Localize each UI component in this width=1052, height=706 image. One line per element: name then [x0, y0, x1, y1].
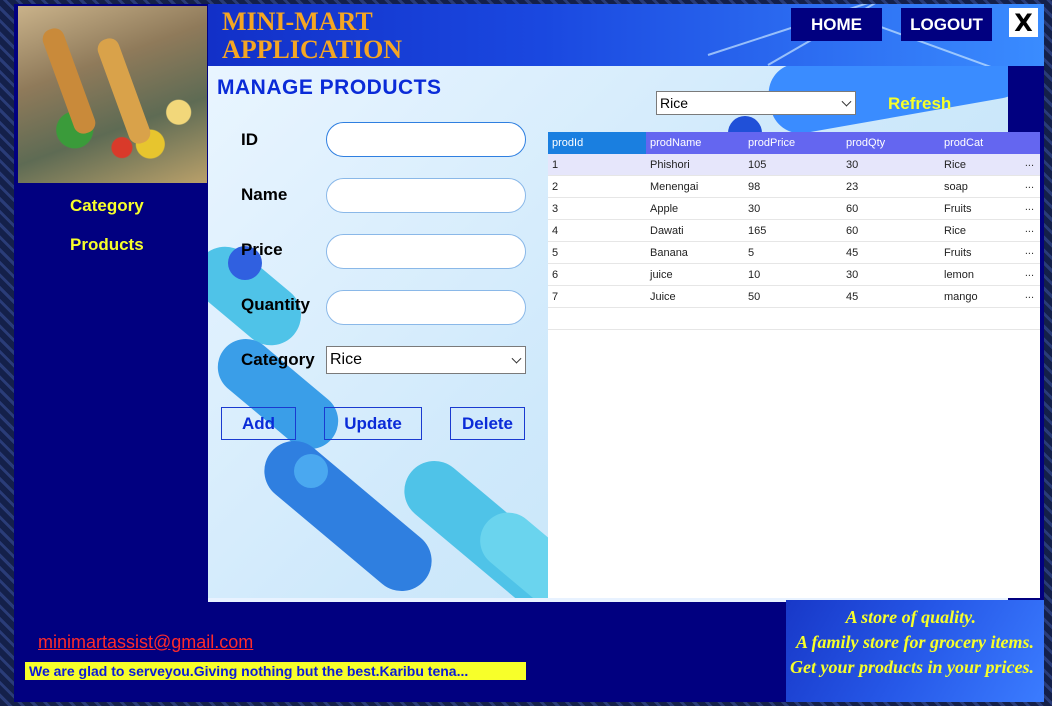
grid-header: prodId prodName prodPrice prodQty prodCa…	[548, 132, 1040, 154]
quantity-label: Quantity	[241, 295, 310, 314]
bread-graphic	[39, 25, 99, 137]
app-title-line2: APPLICATION	[222, 35, 403, 64]
table-cell: 3	[552, 202, 559, 215]
overflow-marker: ...	[1024, 157, 1034, 169]
table-cell: Rice	[944, 224, 967, 237]
email-link[interactable]: minimartassist@gmail.com	[38, 632, 253, 653]
table-cell: Fruits	[944, 246, 972, 259]
slogan-line: Get your products in your prices.	[789, 657, 1034, 677]
new-row[interactable]	[548, 308, 1040, 330]
table-cell: 165	[748, 224, 767, 237]
overflow-marker: ...	[1024, 179, 1034, 191]
products-grid[interactable]: prodId prodName prodPrice prodQty prodCa…	[548, 132, 1040, 598]
name-field[interactable]	[326, 178, 526, 213]
chevron-down-icon	[511, 353, 522, 364]
table-cell: 4	[552, 224, 559, 237]
category-select-value: Rice	[330, 351, 363, 368]
category-label: Category	[241, 350, 315, 369]
filter-category-select[interactable]: Rice	[656, 91, 856, 115]
table-cell: 30	[748, 202, 761, 215]
category-select[interactable]: Rice	[326, 346, 526, 374]
price-label: Price	[241, 240, 283, 259]
id-label: ID	[241, 130, 258, 149]
table-row[interactable]: 7 Juice 50 45 mango ...	[548, 286, 1040, 308]
update-button[interactable]: Update	[324, 407, 422, 440]
column-header[interactable]: prodName	[646, 132, 744, 154]
quantity-field[interactable]	[326, 290, 526, 325]
overflow-marker: ...	[1024, 201, 1034, 213]
overflow-marker: ...	[1024, 245, 1034, 257]
table-row[interactable]: 5 Banana 5 45 Fruits ...	[548, 242, 1040, 264]
table-cell: 45	[846, 246, 859, 259]
table-cell: Fruits	[944, 202, 972, 215]
bread-graphic	[94, 35, 154, 147]
table-cell: 45	[846, 290, 859, 303]
table-cell: juice	[650, 268, 673, 281]
overflow-marker: ...	[1024, 223, 1034, 235]
table-cell: 5	[552, 246, 559, 259]
price-field[interactable]	[326, 234, 526, 269]
column-header[interactable]: prodQty	[842, 132, 940, 154]
table-row[interactable]: 1 Phishori 105 30 Rice ...	[548, 154, 1040, 176]
slogan-line: A family store for grocery items.	[796, 632, 1034, 652]
table-cell: 5	[748, 246, 755, 259]
table-cell: Menengai	[650, 180, 699, 193]
table-cell: 10	[748, 268, 761, 281]
table-cell: 98	[748, 180, 761, 193]
table-cell: Dawati	[650, 224, 684, 237]
home-button[interactable]: HOME	[791, 8, 882, 41]
add-button[interactable]: Add	[221, 407, 296, 440]
table-cell: lemon	[944, 268, 974, 281]
table-cell: 30	[846, 268, 859, 281]
table-cell: mango	[944, 290, 978, 303]
table-row[interactable]: 3 Apple 30 60 Fruits ...	[548, 198, 1040, 220]
app-title: MINI-MART APPLICATION	[222, 8, 482, 64]
delete-button[interactable]: Delete	[450, 407, 525, 440]
refresh-button[interactable]: Refresh	[888, 94, 951, 114]
table-cell: 30	[846, 158, 859, 171]
column-header[interactable]: prodId	[548, 132, 646, 154]
table-cell: 6	[552, 268, 559, 281]
sidebar-item-category[interactable]: Category	[70, 196, 144, 216]
close-button[interactable]: X	[1009, 8, 1038, 37]
welcome-marquee: We are glad to serveyou.Giving nothing b…	[25, 662, 526, 680]
grocery-cart-image	[18, 6, 207, 183]
app-title-line1: MINI-MART	[222, 7, 373, 36]
table-cell: Rice	[944, 158, 967, 171]
table-cell: Banana	[650, 246, 688, 259]
overflow-marker: ...	[1024, 267, 1034, 279]
table-cell: Juice	[650, 290, 676, 303]
table-cell: Apple	[650, 202, 679, 215]
table-row[interactable]: 4 Dawati 165 60 Rice ...	[548, 220, 1040, 242]
column-header[interactable]: prodPrice	[744, 132, 842, 154]
table-cell: 23	[846, 180, 859, 193]
overflow-marker: ...	[1024, 289, 1034, 301]
table-cell: 50	[748, 290, 761, 303]
table-cell: 60	[846, 202, 859, 215]
chevron-down-icon	[841, 96, 852, 107]
filter-category-value: Rice	[660, 95, 689, 111]
column-header[interactable]: prodCat	[940, 132, 1038, 154]
table-row[interactable]: 2 Menengai 98 23 soap ...	[548, 176, 1040, 198]
slogan-line: A store of quality.	[845, 607, 976, 627]
table-cell: 60	[846, 224, 859, 237]
table-cell: Phishori	[650, 158, 690, 171]
table-row[interactable]: 6 juice 10 30 lemon ...	[548, 264, 1040, 286]
table-cell: soap	[944, 180, 968, 193]
table-cell: 2	[552, 180, 559, 193]
page-title: MANAGE PRODUCTS	[217, 76, 442, 99]
table-cell: 1	[552, 158, 559, 171]
logout-button[interactable]: LOGOUT	[901, 8, 992, 41]
table-cell: 105	[748, 158, 767, 171]
name-label: Name	[241, 185, 288, 204]
table-cell: 7	[552, 290, 559, 303]
id-field[interactable]	[326, 122, 526, 157]
sidebar-item-products[interactable]: Products	[70, 235, 144, 255]
